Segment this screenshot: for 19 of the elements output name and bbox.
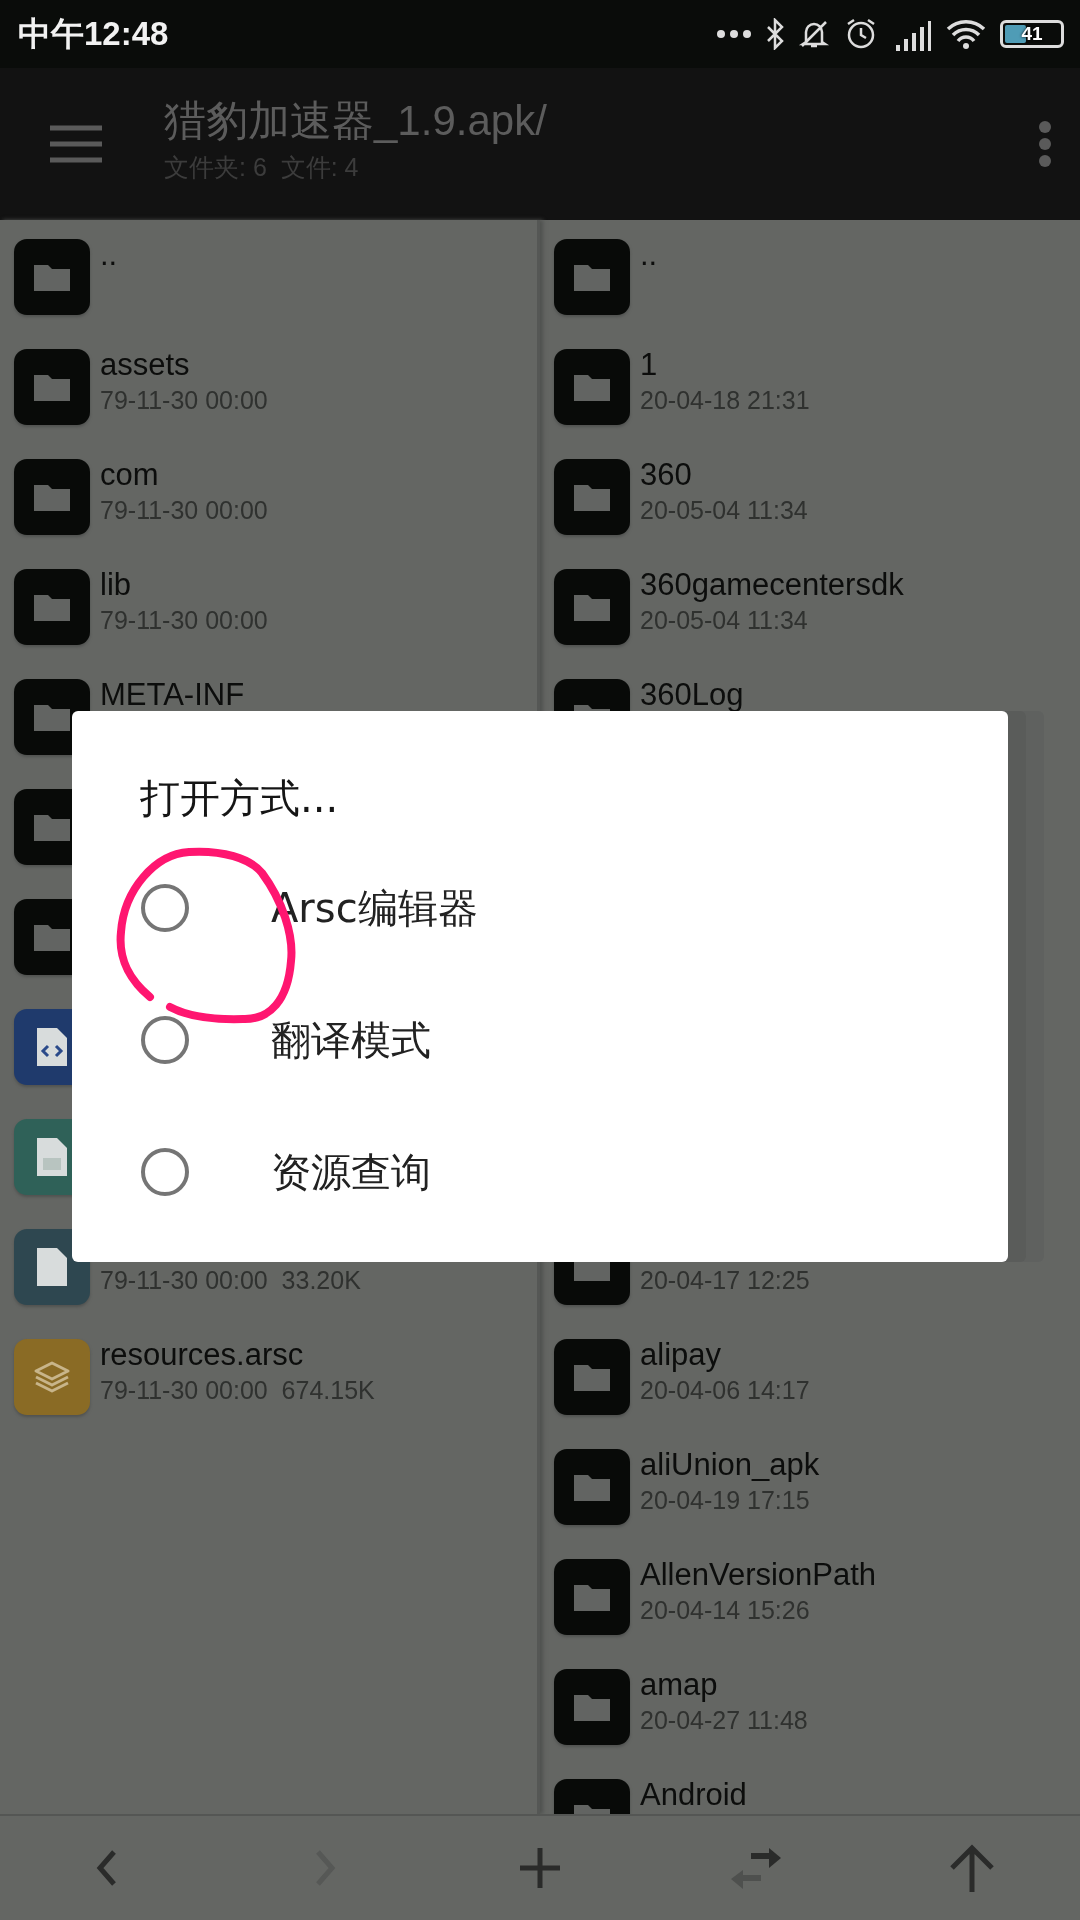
- file-name: alipay: [640, 1336, 722, 1374]
- file-name: META-INF: [100, 676, 245, 714]
- file-name: resources.arsc: [100, 1336, 305, 1374]
- file-name: amap: [640, 1666, 719, 1704]
- file-name: assets: [100, 346, 191, 384]
- file-name: 360gamecentersdk: [640, 566, 904, 604]
- file-name: ..: [640, 236, 658, 274]
- file-name: aliUnion_apk: [640, 1446, 820, 1484]
- dialog-title: 打开方式...: [140, 774, 340, 823]
- file-name: 1: [640, 346, 659, 384]
- file-name: 360Log: [640, 676, 744, 714]
- file-name: 360: [640, 456, 693, 494]
- folder-path-title: 猎豹加速器_1.9.apk/: [164, 95, 548, 146]
- file-name: AllenVersionPath: [640, 1556, 877, 1594]
- file-name: lib: [100, 566, 132, 604]
- file-name: Android: [640, 1776, 747, 1814]
- file-name: ..: [100, 236, 118, 274]
- file-name: com: [100, 456, 160, 494]
- status-time: 中午12:48: [18, 13, 169, 54]
